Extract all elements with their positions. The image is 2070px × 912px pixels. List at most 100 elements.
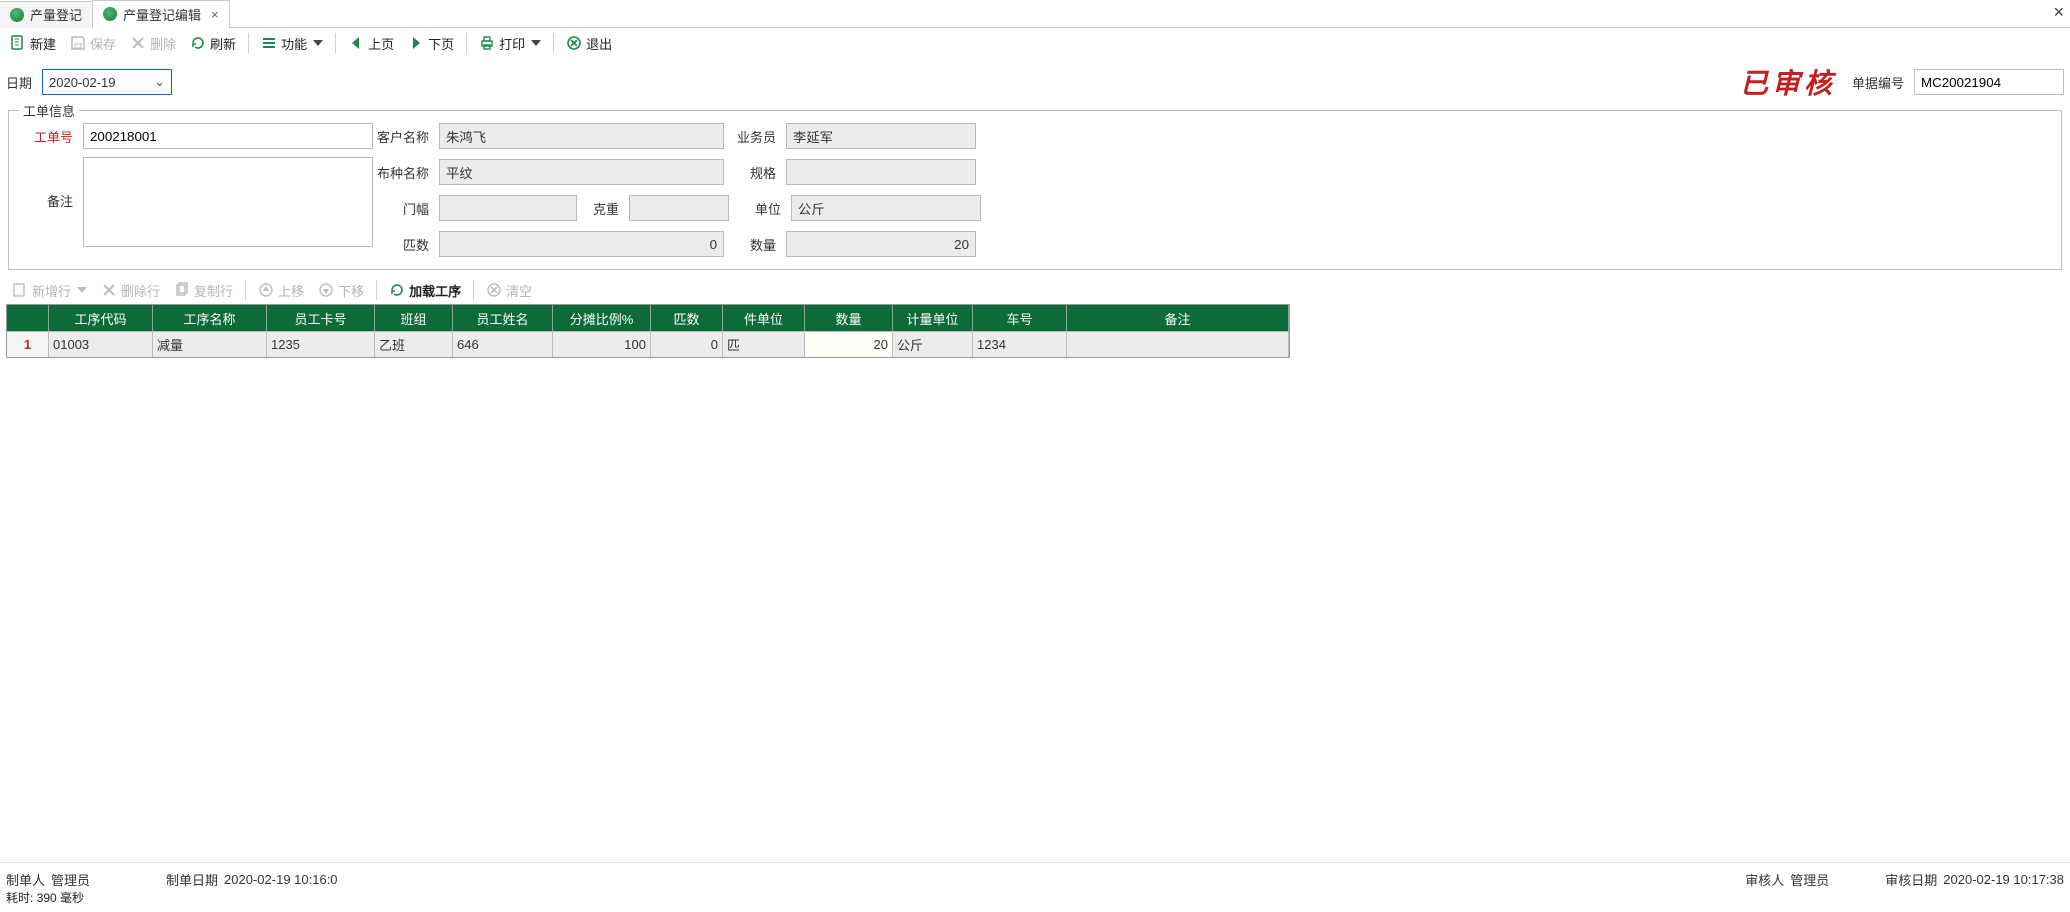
delete-button[interactable]: 删除 [124, 32, 182, 55]
grid-header-team[interactable]: 班组 [375, 305, 453, 331]
preparer-value: 管理员 [51, 870, 90, 889]
function-icon [261, 35, 277, 51]
audit-date-value: 2020-02-19 10:17:38 [1943, 872, 2064, 887]
doc-no-label: 单据编号 [1852, 73, 1904, 92]
clear-button[interactable]: 清空 [480, 279, 538, 302]
tab-register[interactable]: 产量登记 [0, 1, 93, 28]
grid-header-measure-unit[interactable]: 计量单位 [893, 305, 973, 331]
separator [335, 33, 336, 53]
prev-label: 上页 [368, 34, 394, 53]
separator [466, 33, 467, 53]
cell-pcs[interactable]: 0 [651, 331, 723, 357]
cell-proc-code[interactable]: 01003 [49, 331, 153, 357]
cell-qty[interactable]: 20 [805, 331, 893, 357]
grid-header-remark[interactable]: 备注 [1067, 305, 1289, 331]
save-button[interactable]: 保存 [64, 32, 122, 55]
cell-proc-name[interactable]: 减量 [153, 331, 267, 357]
grid-header: 工序代码 工序名称 员工卡号 班组 员工姓名 分摊比例% 匹数 件单位 数量 计… [7, 305, 1289, 331]
print-label: 打印 [499, 34, 525, 53]
header-row: 日期 2020-02-19 ⌄ 已审核 单据编号 [0, 58, 2070, 106]
date-value: 2020-02-19 [49, 75, 116, 90]
print-button[interactable]: 打印 [473, 32, 547, 55]
grid-header-pcs[interactable]: 匹数 [651, 305, 723, 331]
load-process-button[interactable]: 加载工序 [383, 279, 467, 302]
data-grid[interactable]: 工序代码 工序名称 员工卡号 班组 员工姓名 分摊比例% 匹数 件单位 数量 计… [6, 304, 1290, 358]
cell-emp-name[interactable]: 646 [453, 331, 553, 357]
auditor-label: 审核人 [1745, 870, 1784, 889]
preparer-label: 制单人 [6, 870, 45, 889]
clear-icon [486, 282, 502, 298]
copy-row-button[interactable]: 复制行 [168, 279, 239, 302]
new-button[interactable]: 新建 [4, 32, 62, 55]
grid-header-proc-code[interactable]: 工序代码 [49, 305, 153, 331]
cell-emp-card[interactable]: 1235 [267, 331, 375, 357]
main-toolbar: 新建 保存 删除 刷新 功能 [0, 28, 2070, 58]
chevron-down-icon [531, 40, 541, 46]
grid-header-emp-name[interactable]: 员工姓名 [453, 305, 553, 331]
qty-label: 数量 [730, 235, 780, 254]
refresh-icon [190, 35, 206, 51]
load-process-label: 加载工序 [409, 281, 461, 300]
footer: 制单人 管理员 制单日期 2020-02-19 10:16:0 审核人 管理员 … [0, 862, 2070, 912]
separator [553, 33, 554, 53]
close-icon[interactable]: × [211, 7, 219, 22]
add-row-button[interactable]: 新增行 [6, 279, 93, 302]
move-down-button[interactable]: 下移 [312, 279, 370, 302]
approved-stamp: 已审核 [1740, 62, 1836, 102]
tab-register-edit[interactable]: 产量登记编辑 × [92, 0, 230, 28]
delete-icon [130, 35, 146, 51]
grid-header-piece-unit[interactable]: 件单位 [723, 305, 805, 331]
chevron-down-icon [313, 40, 323, 46]
grid-header-share-pct[interactable]: 分摊比例% [553, 305, 651, 331]
grid-header-qty[interactable]: 数量 [805, 305, 893, 331]
delete-row-button[interactable]: 删除行 [95, 279, 166, 302]
grid-header-proc-name[interactable]: 工序名称 [153, 305, 267, 331]
audit-date-label: 审核日期 [1885, 870, 1937, 889]
spec-input [786, 159, 976, 185]
next-icon [408, 35, 424, 51]
function-button[interactable]: 功能 [255, 32, 329, 55]
refresh-button[interactable]: 刷新 [184, 32, 242, 55]
salesman-label: 业务员 [730, 127, 780, 146]
pcs-label: 匹数 [373, 235, 433, 254]
close-all-icon[interactable]: × [2053, 2, 2064, 23]
grid-header-emp-card[interactable]: 员工卡号 [267, 305, 375, 331]
cell-piece-unit[interactable]: 匹 [723, 331, 805, 357]
globe-icon [103, 7, 117, 21]
fabric-label: 布种名称 [373, 163, 433, 182]
rownum-cell[interactable]: 1 [7, 331, 49, 357]
delete-label: 删除 [150, 34, 176, 53]
doc-no-input[interactable] [1914, 69, 2064, 95]
grid-toolbar: 新增行 删除行 复制行 上移 下移 [0, 276, 2070, 304]
grid-header-car-no[interactable]: 车号 [973, 305, 1067, 331]
customer-label: 客户名称 [373, 127, 433, 146]
cell-measure-unit[interactable]: 公斤 [893, 331, 973, 357]
move-up-button[interactable]: 上移 [252, 279, 310, 302]
prev-button[interactable]: 上页 [342, 32, 400, 55]
table-row[interactable]: 1 01003 减量 1235 乙班 646 100 0 匹 20 公斤 123… [7, 331, 1289, 357]
move-up-label: 上移 [278, 281, 304, 300]
date-picker[interactable]: 2020-02-19 ⌄ [42, 69, 172, 95]
exit-button[interactable]: 退出 [560, 32, 618, 55]
elapsed-text: 耗时: 390 毫秒 [6, 889, 84, 906]
save-label: 保存 [90, 34, 116, 53]
copy-row-icon [174, 282, 190, 298]
width-label: 门幅 [373, 199, 433, 218]
cell-team[interactable]: 乙班 [375, 331, 453, 357]
next-button[interactable]: 下页 [402, 32, 460, 55]
cell-remark[interactable] [1067, 331, 1289, 357]
function-label: 功能 [281, 34, 307, 53]
remark-input[interactable] [83, 157, 373, 247]
separator [376, 280, 377, 300]
order-no-label: 工单号 [17, 127, 77, 146]
cell-share-pct[interactable]: 100 [553, 331, 651, 357]
move-down-icon [318, 282, 334, 298]
clear-label: 清空 [506, 281, 532, 300]
order-no-input[interactable] [83, 123, 373, 149]
prepare-date-label: 制单日期 [166, 870, 218, 889]
move-up-icon [258, 282, 274, 298]
next-label: 下页 [428, 34, 454, 53]
qty-input [786, 231, 976, 257]
save-icon [70, 35, 86, 51]
cell-car-no[interactable]: 1234 [973, 331, 1067, 357]
